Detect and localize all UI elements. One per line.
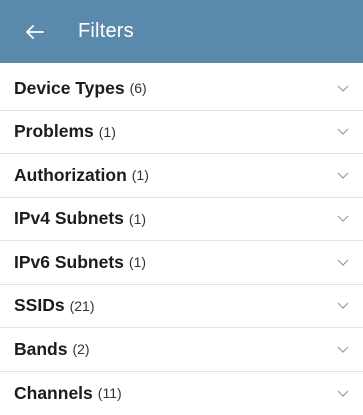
- filter-label: Problems: [14, 121, 94, 142]
- page-title: Filters: [78, 20, 134, 42]
- filter-row-ipv4-subnets[interactable]: IPv4 Subnets (1): [0, 198, 363, 241]
- arrow-left-icon: [26, 24, 44, 39]
- filter-count: (21): [69, 297, 95, 314]
- filter-count: (1): [98, 123, 116, 140]
- chevron-down-icon[interactable]: [336, 257, 350, 267]
- filter-count: (1): [131, 167, 149, 184]
- chevron-down-icon[interactable]: [336, 127, 350, 137]
- filter-count: (2): [72, 341, 90, 358]
- filter-row-ssids[interactable]: SSIDs (21): [0, 285, 363, 328]
- filter-label: Bands: [14, 338, 68, 359]
- chevron-down-icon[interactable]: [336, 388, 350, 398]
- filter-row-device-types[interactable]: Device Types (6): [0, 67, 363, 111]
- filter-label: Authorization: [14, 164, 127, 185]
- filter-row-bands[interactable]: Bands (2): [0, 328, 363, 372]
- chevron-down-icon[interactable]: [336, 83, 350, 93]
- filter-count: (1): [128, 254, 147, 271]
- filter-count: (1): [128, 210, 147, 227]
- filter-label: Channels: [14, 382, 93, 403]
- filter-label: SSIDs: [14, 295, 65, 316]
- chevron-down-icon[interactable]: [336, 344, 350, 354]
- filter-row-authorization[interactable]: Authorization (1): [0, 154, 363, 198]
- filter-row-problems[interactable]: Problems (1): [0, 111, 363, 154]
- back-button[interactable]: [23, 20, 47, 44]
- filter-list: Device Types (6) Problems (1) Authorizat…: [0, 67, 363, 415]
- filter-label: IPv4 Subnets: [14, 208, 124, 229]
- filter-row-channels[interactable]: Channels (11): [0, 372, 363, 415]
- chevron-down-icon[interactable]: [336, 214, 350, 224]
- filter-count: (11): [97, 385, 122, 402]
- app-bar: Filters: [0, 0, 363, 63]
- chevron-down-icon[interactable]: [336, 301, 350, 311]
- chevron-down-icon[interactable]: [336, 170, 350, 180]
- filter-count: (6): [129, 80, 147, 97]
- filter-label: IPv6 Subnets: [14, 251, 124, 272]
- filter-label: Device Types: [14, 77, 125, 98]
- filter-row-ipv6-subnets[interactable]: IPv6 Subnets (1): [0, 241, 363, 285]
